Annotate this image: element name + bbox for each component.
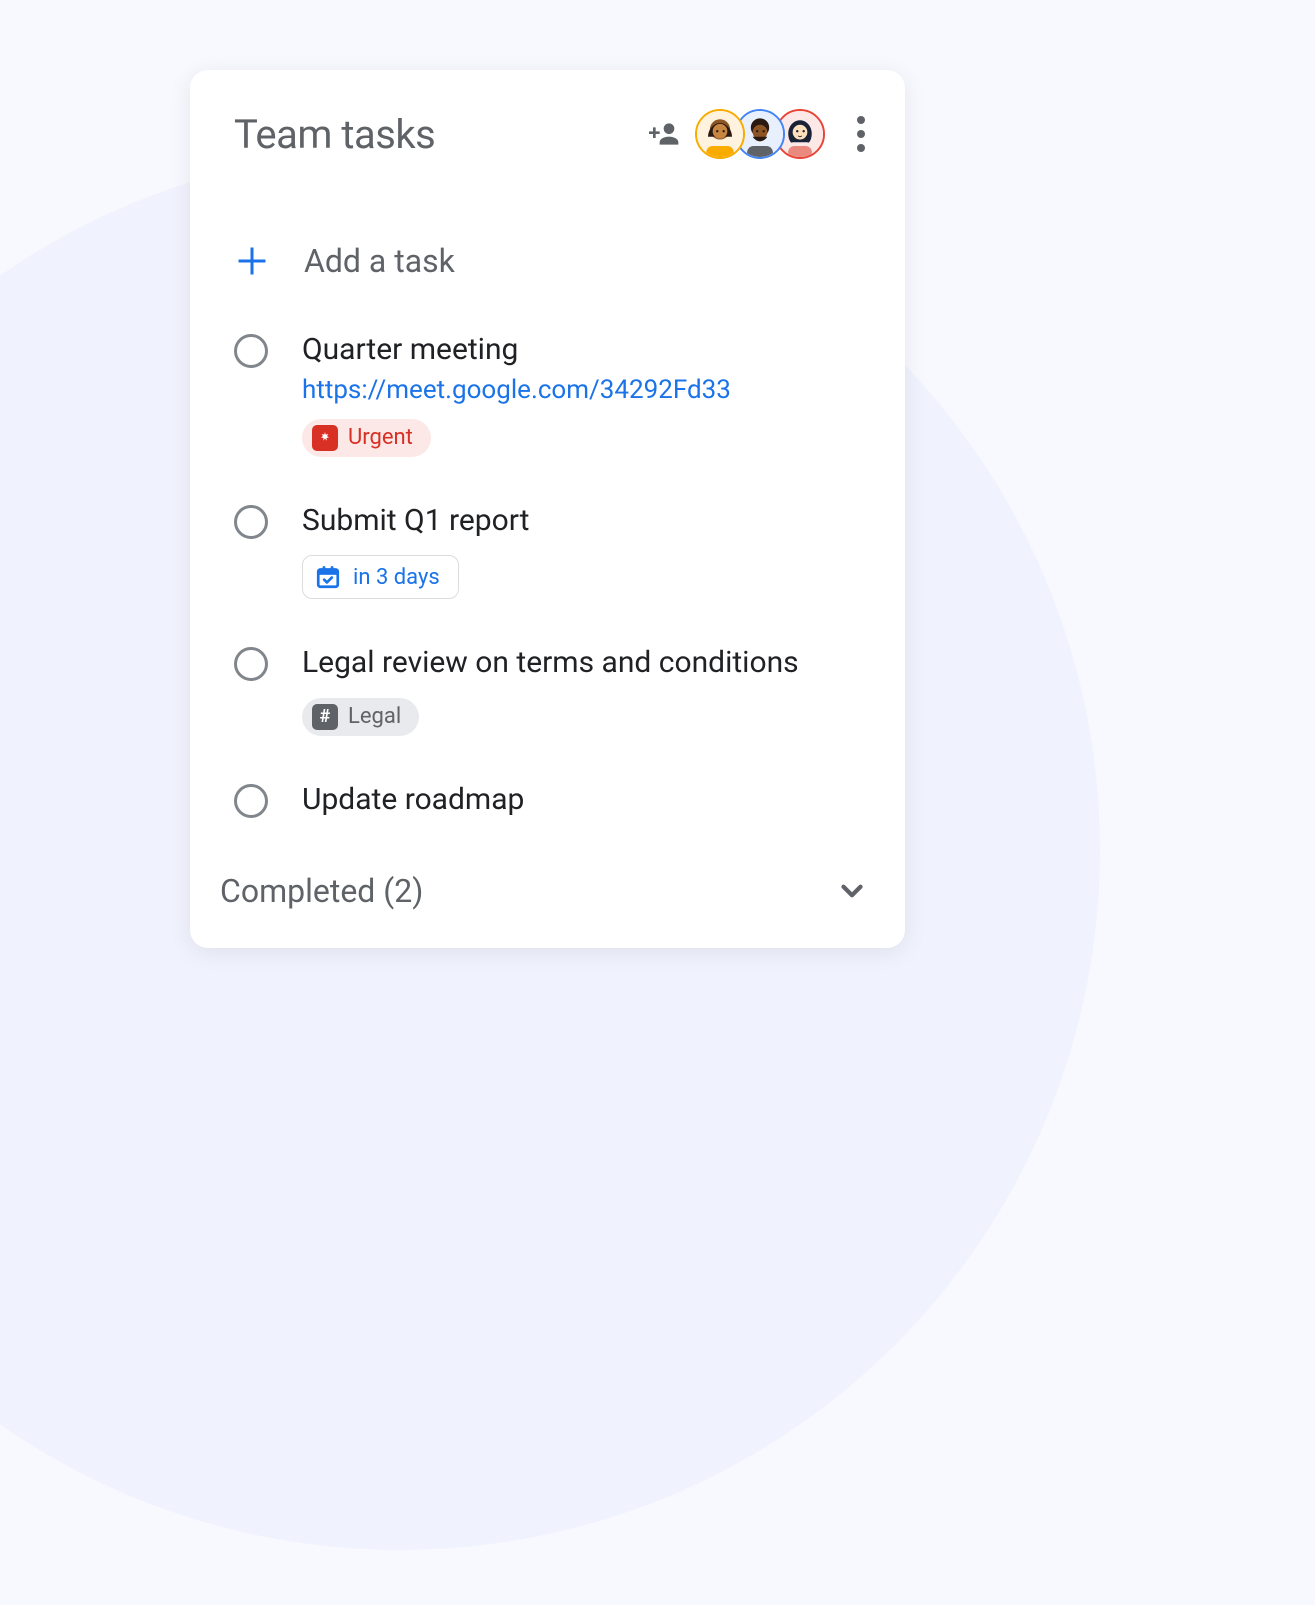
card-header: Team tasks <box>190 70 905 172</box>
task-title: Legal review on terms and conditions <box>302 643 861 684</box>
completed-section-toggle[interactable]: Completed (2) <box>190 842 905 940</box>
tasks-card: Team tasks <box>190 70 905 948</box>
task-checkbox[interactable] <box>234 334 268 368</box>
calendar-check-icon <box>315 564 341 590</box>
task-row[interactable]: Update roadmap <box>190 758 905 843</box>
task-body: Submit Q1 report in 3 days <box>302 501 861 600</box>
siren-icon <box>312 425 338 451</box>
task-title: Submit Q1 report <box>302 501 861 542</box>
add-task-button[interactable]: Add a task <box>190 172 905 308</box>
task-body: Legal review on terms and conditions # L… <box>302 643 861 736</box>
task-checkbox[interactable] <box>234 647 268 681</box>
task-body: Quarter meeting https://meet.google.com/… <box>302 330 861 457</box>
tag-label: Urgent <box>348 425 413 450</box>
task-title: Quarter meeting <box>302 330 861 371</box>
list-title: Team tasks <box>234 111 647 158</box>
task-row[interactable]: Legal review on terms and conditions # L… <box>190 621 905 758</box>
due-date-chip[interactable]: in 3 days <box>302 555 459 599</box>
task-row[interactable]: Quarter meeting https://meet.google.com/… <box>190 308 905 479</box>
tag-label: Legal <box>348 704 401 729</box>
hash-icon: # <box>312 704 338 730</box>
task-link[interactable]: https://meet.google.com/34292Fd33 <box>302 375 861 405</box>
tag-urgent[interactable]: Urgent <box>302 419 431 457</box>
avatar-member-1[interactable] <box>695 109 745 159</box>
task-row[interactable]: Submit Q1 report in 3 days <box>190 479 905 622</box>
add-person-icon[interactable] <box>647 116 683 152</box>
header-actions <box>647 108 873 160</box>
add-task-label: Add a task <box>304 242 455 280</box>
task-body: Update roadmap <box>302 780 861 821</box>
chevron-down-icon <box>835 874 869 908</box>
task-checkbox[interactable] <box>234 505 268 539</box>
task-title: Update roadmap <box>302 780 861 821</box>
plus-icon <box>234 243 270 279</box>
more-menu-icon[interactable] <box>849 108 873 160</box>
task-checkbox[interactable] <box>234 784 268 818</box>
tag-legal[interactable]: # Legal <box>302 698 419 736</box>
avatars[interactable] <box>695 109 825 159</box>
due-date-label: in 3 days <box>353 565 440 590</box>
completed-label: Completed (2) <box>220 872 423 910</box>
